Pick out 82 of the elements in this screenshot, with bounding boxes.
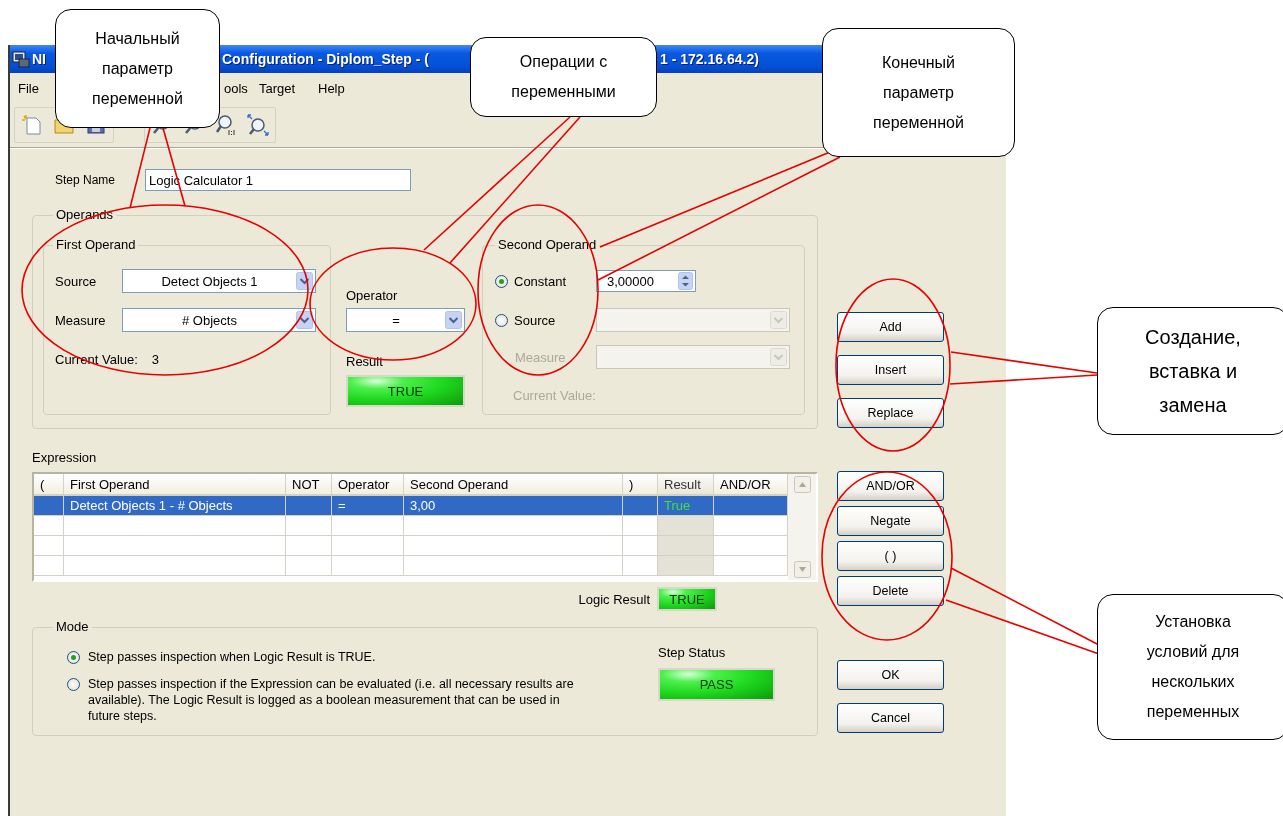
radio-label[interactable]: Source [514,312,596,328]
field-label: Logic Result [578,591,650,607]
chevron-icon [445,311,462,329]
table-cell [658,556,714,576]
menu-item[interactable]: Help [318,80,345,96]
chevron-icon [770,348,787,366]
button[interactable]: Insert [837,355,944,385]
table-cell [658,516,714,536]
table-cell [332,556,404,576]
column-header: Result [658,474,714,496]
chevron-icon [296,272,313,290]
table-cell [286,536,332,556]
section-label: Expression [32,450,97,465]
radio-button[interactable] [495,274,508,288]
table-cell: Detect Objects 1 - # Objects [64,496,286,516]
field-label: Measure [54,312,107,328]
field-label: Operator [346,288,399,304]
column-header: ( [34,474,64,496]
button[interactable]: AND/OR [837,471,944,501]
dropdown[interactable]: = [346,308,465,332]
table-cell [332,516,404,536]
callout-tooltip: Установка условий для нескольких переменных [1097,594,1283,740]
callout-tooltip: Конечный параметр переменной [822,28,1015,157]
menu-item[interactable]: ools [224,80,248,96]
table-cell: True [658,496,714,516]
window-title: 1 - 172.16.64.2) [660,51,759,67]
column-header: AND/OR [714,474,788,496]
table-cell [34,556,64,576]
status-indicator: PASS [658,668,775,701]
column-header: NOT [286,474,332,496]
field-label: Measure [514,349,567,365]
group-title: First Operand [53,237,139,253]
column-header: First Operand [64,474,286,496]
status-indicator: TRUE [657,587,717,611]
actual-size-icon[interactable] [215,114,237,136]
field-label: Step Status [658,645,727,661]
table-cell [34,536,64,556]
column-header: Second Operand [404,474,623,496]
table-cell [332,536,404,556]
table-cell: = [332,496,404,516]
button[interactable]: Cancel [837,703,944,733]
callout-tooltip: Операции с переменными [470,37,657,117]
dropdown[interactable]: Detect Objects 1 [122,269,316,293]
field-label: Step Name [54,173,117,187]
callout-tooltip: Создание, вставка и замена [1097,307,1283,435]
dropdown[interactable]: # Objects [122,308,316,332]
button[interactable]: Delete [837,576,944,606]
table-cell: 3,00 [404,496,623,516]
radio-button[interactable] [495,313,508,327]
zoom-to-fit-icon[interactable] [247,114,269,136]
button[interactable]: Negate [837,506,944,536]
field-label: Result [346,354,384,370]
window-title: Configuration - Diplom_Step - ( [222,51,429,67]
chevron-icon [770,311,787,329]
radio-button[interactable] [67,678,80,691]
number-field[interactable]: 3,00000 [596,270,696,292]
table-cell [286,496,332,516]
table-cell [34,516,64,536]
button[interactable]: OK [837,660,944,690]
button[interactable]: ( ) [837,541,944,571]
button[interactable]: Replace [837,398,944,428]
menu-item[interactable]: File [18,80,39,96]
radio-button[interactable] [67,651,80,664]
app-icon [12,50,30,68]
menu-item[interactable]: Target [259,80,296,96]
column-header: ) [623,474,658,496]
field-label: Current Value: [513,387,596,403]
status-indicator: TRUE [346,375,465,407]
button[interactable]: Add [837,312,944,342]
value-text: 3 [151,351,160,367]
radio-label[interactable]: Step passes inspection when Logic Result is TRUE. [88,649,574,665]
callout-tooltip: Начальный параметр переменной [55,9,220,128]
window-title: NI [32,51,46,67]
table-cell [623,496,658,516]
spinner-arrows-icon [678,272,693,290]
field-label: Source [54,273,98,289]
table-cell [658,536,714,556]
radio-label[interactable]: Constant [514,273,596,289]
table-cell [286,516,332,536]
column-header: Operator [332,474,404,496]
table-cell [286,556,332,576]
radio-label[interactable]: Step passes inspection if the Expression can be evaluated (i.e. all necessary results are available). The Logic Result is logged as a boolean measurement that can be used in future steps. [88,676,574,724]
